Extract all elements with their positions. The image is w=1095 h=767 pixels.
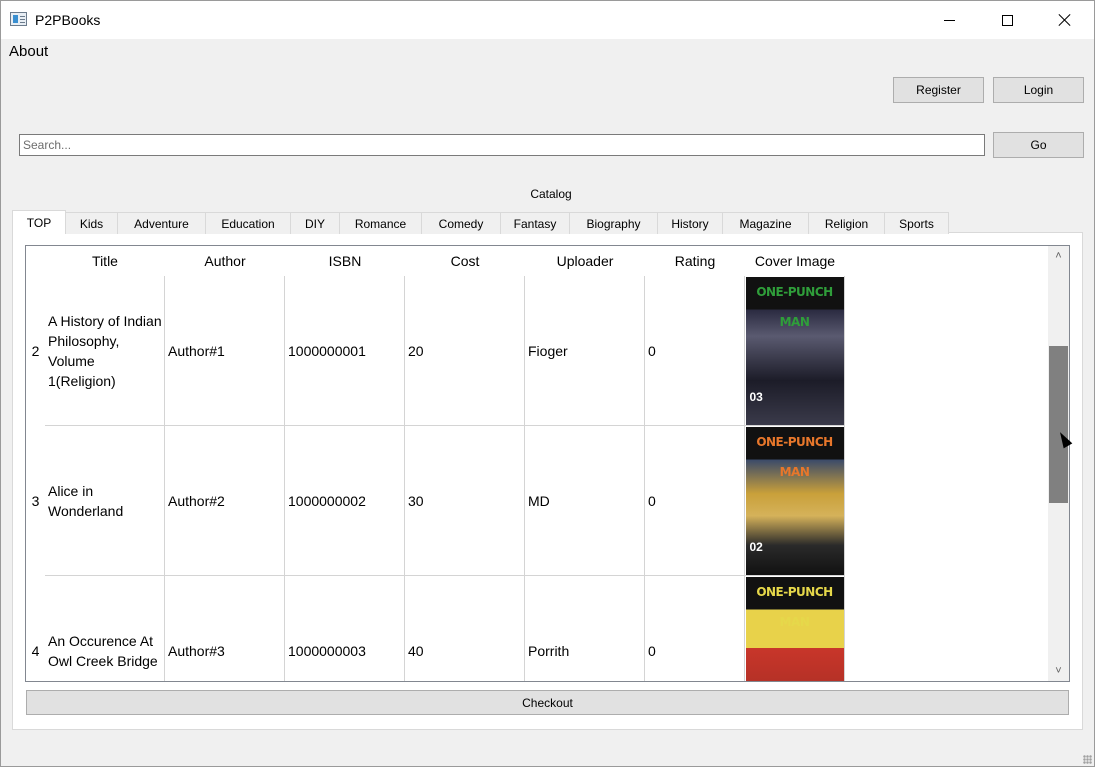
- cell-cost[interactable]: 20: [405, 276, 525, 426]
- resize-grip-icon[interactable]: [1083, 755, 1092, 764]
- cell-author[interactable]: Author#1: [165, 276, 285, 426]
- cell-rating[interactable]: 0: [645, 276, 745, 426]
- tab-top[interactable]: TOP: [12, 210, 66, 234]
- cell-cover-image[interactable]: ONE-PUNCH MAN 02: [745, 426, 845, 576]
- cell-author[interactable]: Author#2: [165, 426, 285, 576]
- title-bar: P2PBooks: [1, 1, 1094, 39]
- column-header-author[interactable]: Author: [165, 246, 285, 276]
- cell-author[interactable]: Author#3: [165, 576, 285, 681]
- cell-cover-image[interactable]: ONE-PUNCH MAN: [745, 576, 845, 681]
- login-button[interactable]: Login: [993, 77, 1084, 103]
- close-icon: [1058, 13, 1072, 27]
- window-title: P2PBooks: [35, 12, 101, 28]
- scrollbar-thumb[interactable]: [1049, 346, 1068, 503]
- table-row[interactable]: 4 An Occurence At Owl Creek Bridge Author#…: [26, 576, 1046, 681]
- header-corner: [26, 246, 45, 276]
- register-button[interactable]: Register: [893, 77, 984, 103]
- cover-image: ONE-PUNCH MAN 03: [745, 276, 844, 425]
- tab-history[interactable]: History: [657, 212, 723, 234]
- menu-about[interactable]: About: [9, 43, 48, 60]
- table-header: Title Author ISBN Cost Uploader Rating Cover I…: [26, 246, 1046, 276]
- app-window: P2PBooks About Register Login Search... …: [0, 0, 1095, 767]
- column-header-cover-image[interactable]: Cover Image: [745, 246, 845, 276]
- cell-isbn[interactable]: 1000000001: [285, 276, 405, 426]
- tab-comedy[interactable]: Comedy: [421, 212, 501, 234]
- cell-isbn[interactable]: 1000000003: [285, 576, 405, 681]
- app-window-icon: [10, 12, 27, 26]
- cover-title-text: ONE-PUNCH MAN: [756, 584, 833, 629]
- row-number: 3: [31, 493, 40, 509]
- column-header-cost[interactable]: Cost: [405, 246, 525, 276]
- column-header-uploader[interactable]: Uploader: [525, 246, 645, 276]
- minimize-button[interactable]: [920, 1, 978, 39]
- vertical-scrollbar[interactable]: ˄ ˅: [1048, 246, 1069, 681]
- column-header-isbn[interactable]: ISBN: [285, 246, 405, 276]
- cell-title[interactable]: A History of Indian Philosophy, Volume 1…: [45, 276, 165, 426]
- row-number: 4: [31, 643, 40, 659]
- cell-rating[interactable]: 0: [645, 426, 745, 576]
- tab-sports[interactable]: Sports: [884, 212, 949, 234]
- checkout-button[interactable]: Checkout: [26, 690, 1069, 715]
- cell-uploader[interactable]: Fioger: [525, 276, 645, 426]
- cover-volume-text: 03: [749, 389, 763, 404]
- cell-uploader[interactable]: Porrith: [525, 576, 645, 681]
- cell-isbn[interactable]: 1000000002: [285, 426, 405, 576]
- column-header-rating[interactable]: Rating: [645, 246, 745, 276]
- close-button[interactable]: [1036, 1, 1094, 39]
- minimize-icon: [943, 19, 955, 21]
- cell-cost[interactable]: 30: [405, 426, 525, 576]
- cover-image: ONE-PUNCH MAN 02: [745, 426, 844, 575]
- tab-romance[interactable]: Romance: [339, 212, 422, 234]
- tab-adventure[interactable]: Adventure: [117, 212, 206, 234]
- catalog-table: Title Author ISBN Cost Uploader Rating Cover I…: [25, 245, 1070, 682]
- tab-education[interactable]: Education: [205, 212, 291, 234]
- maximize-button[interactable]: [978, 1, 1036, 39]
- column-header-title[interactable]: Title: [45, 246, 165, 276]
- cell-uploader[interactable]: MD: [525, 426, 645, 576]
- cell-cover-image[interactable]: ONE-PUNCH MAN 03: [745, 276, 845, 426]
- scroll-up-arrow-icon[interactable]: ˄: [1048, 246, 1069, 266]
- tab-diy[interactable]: DIY: [290, 212, 340, 234]
- maximize-icon: [1001, 14, 1013, 26]
- tab-fantasy[interactable]: Fantasy: [500, 212, 570, 234]
- cell-title[interactable]: An Occurence At Owl Creek Bridge: [45, 576, 165, 681]
- category-tabs: TOP Kids Adventure Education DIY Romance Comed…: [12, 210, 949, 234]
- tab-kids[interactable]: Kids: [65, 212, 118, 234]
- scroll-down-arrow-icon[interactable]: ˅: [1048, 661, 1069, 681]
- cover-title-text: ONE-PUNCH MAN: [756, 284, 833, 329]
- tab-magazine[interactable]: Magazine: [722, 212, 809, 234]
- cover-volume-text: 02: [749, 539, 763, 554]
- cell-rating[interactable]: 0: [645, 576, 745, 681]
- catalog-label: Catalog: [530, 187, 572, 201]
- cell-title[interactable]: Alice in Wonderland: [45, 426, 165, 576]
- row-number: 2: [31, 343, 40, 359]
- go-button[interactable]: Go: [993, 132, 1084, 158]
- cell-cost[interactable]: 40: [405, 576, 525, 681]
- cover-title-text: ONE-PUNCH MAN: [756, 434, 833, 479]
- table-row[interactable]: 2 A History of Indian Philosophy, Volume …: [26, 276, 1046, 426]
- search-input[interactable]: Search...: [19, 134, 985, 156]
- tab-biography[interactable]: Biography: [569, 212, 658, 234]
- tab-religion[interactable]: Religion: [808, 212, 885, 234]
- cover-image: ONE-PUNCH MAN: [745, 576, 844, 681]
- table-row[interactable]: 3 Alice in Wonderland Author#2 1000000002 30…: [26, 426, 1046, 576]
